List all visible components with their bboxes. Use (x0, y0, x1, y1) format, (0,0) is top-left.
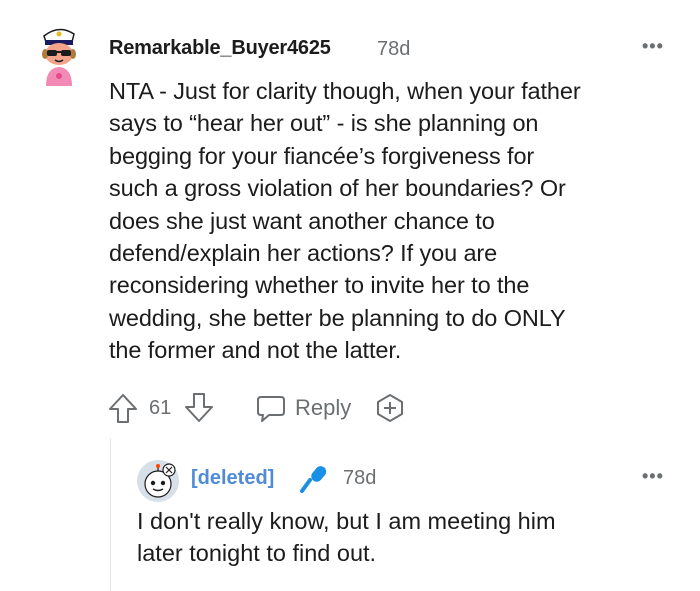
reply-avatar (137, 460, 179, 502)
reply-body: I don't really know, but I am meeting hi… (137, 508, 556, 567)
reply-age: 78d (343, 467, 377, 489)
reply-more-options-icon[interactable]: ••• (642, 466, 664, 487)
reply-comment: [deleted] 78d ••• I don't really know, b… (0, 0, 700, 591)
microphone-icon (300, 466, 327, 493)
reply-username[interactable]: [deleted] (191, 467, 274, 490)
